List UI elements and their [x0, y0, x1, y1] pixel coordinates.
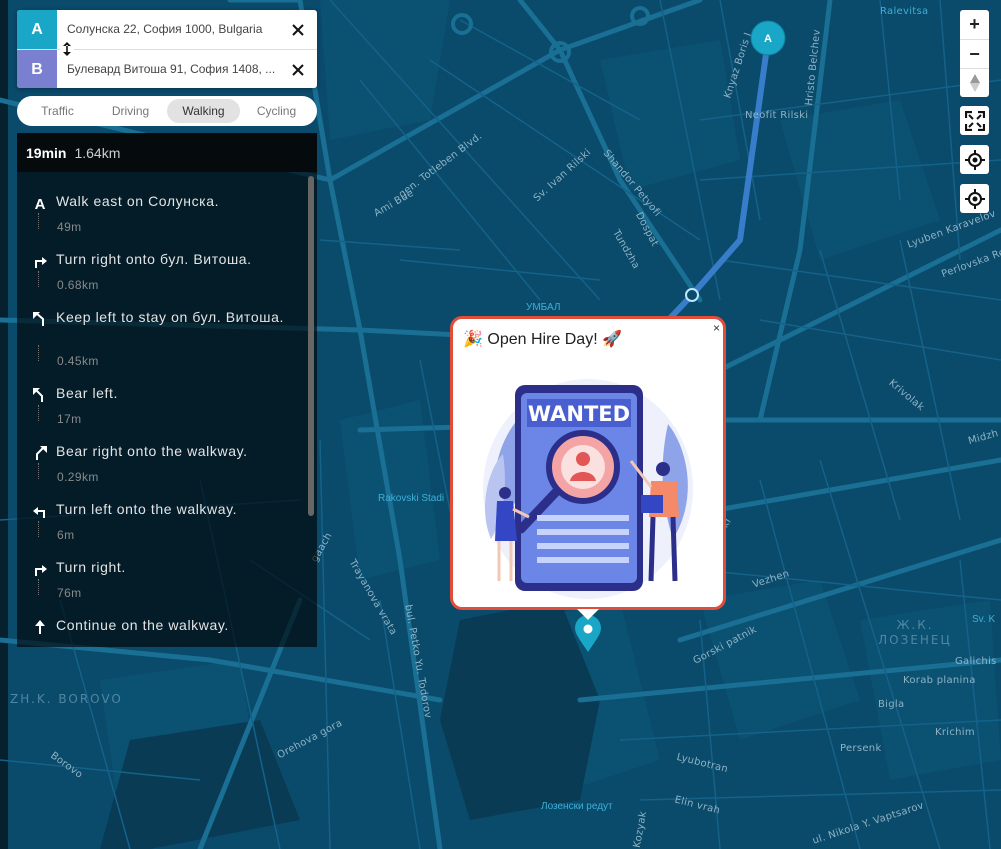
- tab-walking[interactable]: Walking: [167, 99, 240, 123]
- step-connector: [38, 213, 40, 229]
- step-distance: 0.45km: [57, 354, 99, 368]
- poi-label: Sv. K: [972, 614, 996, 625]
- poi-label: Rakovski Stadi: [378, 493, 445, 504]
- step-instruction: Turn left onto the walkway.: [56, 501, 238, 517]
- step-connector: [38, 405, 40, 421]
- turn-right-icon: [35, 257, 47, 268]
- direction-step[interactable]: Keep left to stay on бул. Витоша. 0.45km: [17, 303, 305, 373]
- route-waypoint: [685, 288, 699, 302]
- step-instruction: Turn right.: [56, 559, 126, 575]
- straight-icon: [35, 620, 45, 634]
- fullscreen-button[interactable]: [960, 106, 989, 135]
- tab-cycling[interactable]: Cycling: [240, 99, 313, 123]
- zoom-in-button[interactable]: +: [960, 10, 989, 39]
- hiring-illustration: WANTED: [483, 379, 693, 599]
- direction-step[interactable]: Turn left onto the walkway. 6m: [17, 495, 305, 553]
- popup-title: 🎉 Open Hire Day! 🚀: [463, 331, 622, 348]
- step-distance: 49m: [57, 220, 82, 234]
- step-instruction: Bear left.: [56, 385, 119, 401]
- svg-text:A: A: [35, 196, 46, 211]
- street-label: Korab planina: [903, 675, 976, 686]
- direction-step[interactable]: Turn right. 76m: [17, 553, 305, 611]
- step-connector: [38, 345, 40, 361]
- start-a-icon: A: [35, 196, 46, 211]
- direction-step[interactable]: Bear left. 17m: [17, 379, 305, 437]
- target-icon: [964, 188, 985, 209]
- target-icon: [964, 149, 985, 170]
- origin-badge: A: [17, 10, 57, 49]
- step-distance: 6m: [57, 528, 75, 542]
- route-inputs-panel: A Солунска 22, София 1000, Bulgaria B Бу…: [17, 10, 317, 88]
- street-label: Krichim: [935, 727, 975, 738]
- direction-step[interactable]: Bear right onto the walkway. 0.29km: [17, 437, 305, 495]
- destination-input[interactable]: Булевард Витоша 91, София 1408, ...: [67, 50, 283, 88]
- turn-left-icon: [33, 507, 45, 518]
- step-connector: [38, 521, 40, 537]
- locate-me-button[interactable]: [960, 145, 989, 174]
- step-connector: [38, 463, 40, 479]
- poi-label: УМБАЛ: [526, 302, 561, 313]
- step-instruction: Keep left to stay on бул. Витоша.: [56, 309, 285, 325]
- step-instruction: Turn right onto бул. Витоша.: [56, 251, 252, 267]
- route-summary: 19min 1.64km: [17, 133, 317, 172]
- zoom-out-button[interactable]: −: [960, 39, 989, 68]
- tab-driving[interactable]: Driving: [94, 99, 167, 123]
- wanted-text: WANTED: [528, 402, 630, 426]
- step-distance: 0.29km: [57, 470, 99, 484]
- popup-pointer: [577, 609, 599, 620]
- route-duration: 19min: [26, 144, 67, 161]
- street-label: Persenk: [840, 743, 882, 754]
- close-icon: [291, 23, 304, 36]
- destination-badge: B: [17, 50, 57, 88]
- step-distance: 76m: [57, 586, 82, 600]
- street-label: Bigla: [878, 699, 905, 710]
- step-distance: 0.68km: [57, 278, 99, 292]
- street-label: Ralevitsa: [880, 6, 929, 17]
- geolocate-button[interactable]: [960, 184, 989, 213]
- minus-icon: −: [969, 43, 980, 64]
- compass-button[interactable]: [960, 68, 989, 97]
- close-icon: [291, 63, 304, 76]
- marker-a-label: A: [764, 33, 772, 45]
- direction-step[interactable]: A Walk east on Солунска. 49m: [17, 187, 305, 245]
- directions-scrollbar[interactable]: [308, 176, 314, 516]
- step-instruction: Bear right onto the walkway.: [56, 443, 248, 459]
- bear-left-icon: [33, 388, 43, 402]
- street-label: Galichis: [955, 656, 997, 667]
- directions-list[interactable]: A Walk east on Солунска. 49m Turn right …: [17, 172, 317, 647]
- fullscreen-icon: [964, 110, 985, 131]
- travel-mode-tabs: Traffic Driving Walking Cycling: [17, 96, 317, 126]
- swap-points-button[interactable]: [60, 41, 74, 57]
- direction-step[interactable]: Turn right onto бул. Витоша. 0.68km: [17, 245, 305, 303]
- promo-popup: 🎉 Open Hire Day! 🚀 × WANTED: [450, 316, 726, 610]
- step-instruction: Continue on the walkway.: [56, 617, 229, 633]
- plus-icon: +: [969, 14, 980, 34]
- area-label: Ж.К. ЛОЗЕНЕЦ: [878, 618, 952, 647]
- step-connector: [38, 271, 40, 287]
- step-connector: [38, 579, 40, 595]
- swap-vertical-icon: [63, 42, 71, 56]
- route-distance: 1.64km: [74, 144, 121, 161]
- turn-right-icon: [35, 565, 47, 576]
- step-instruction: Walk east on Солунска.: [56, 193, 220, 209]
- bear-right-icon: [36, 446, 47, 460]
- directions-panel: 19min 1.64km A Walk east on Солунска. 49…: [17, 133, 317, 647]
- origin-input[interactable]: Солунска 22, София 1000, Bulgaria: [67, 10, 283, 49]
- clear-origin-button[interactable]: [288, 20, 307, 39]
- step-distance: 17m: [57, 412, 82, 426]
- compass-icon: [969, 74, 980, 92]
- street-label: Neofit Rilski: [745, 110, 809, 121]
- clear-destination-button[interactable]: [288, 60, 307, 79]
- poi-label: Лозенски редут: [541, 801, 613, 812]
- direction-step[interactable]: Continue on the walkway.: [17, 611, 305, 647]
- area-label: ZH.K. BOROVO: [10, 692, 123, 706]
- tab-traffic[interactable]: Traffic: [21, 99, 94, 123]
- keep-left-icon: [33, 312, 44, 326]
- popup-close-button[interactable]: ×: [713, 322, 720, 334]
